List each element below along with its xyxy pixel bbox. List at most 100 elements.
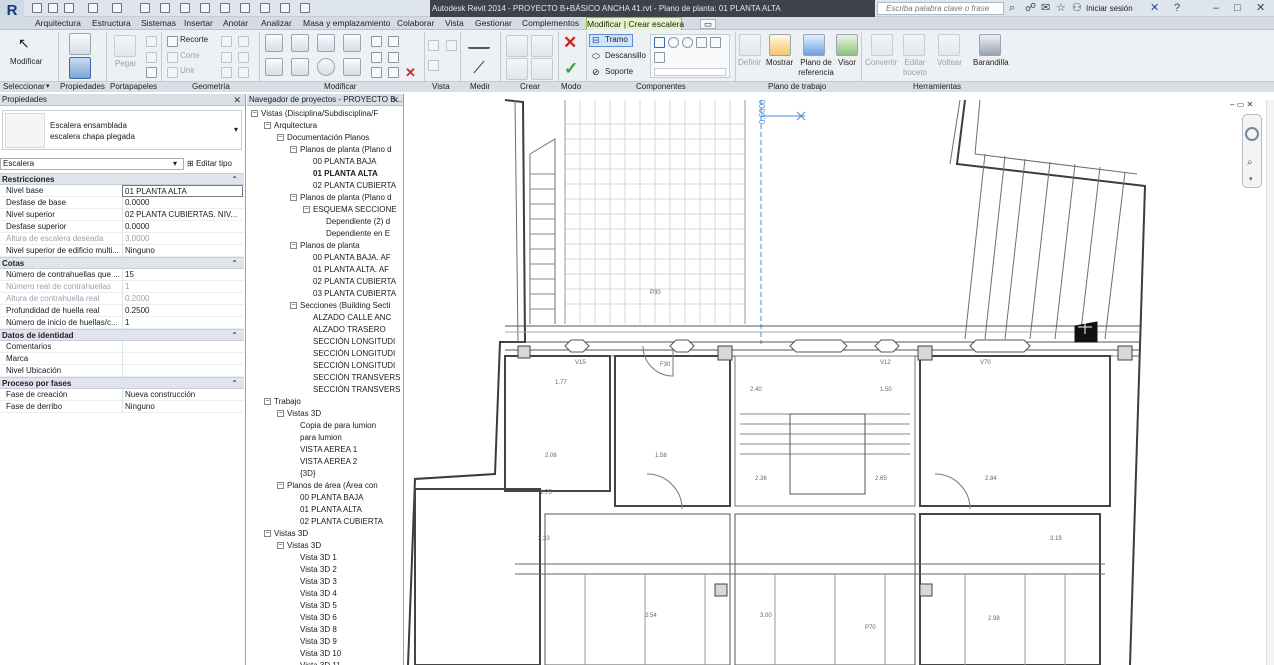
tab-vista[interactable]: Vista: [445, 17, 464, 30]
join-icon[interactable]: [167, 67, 178, 78]
binoculars-icon[interactable]: ⌕: [1009, 3, 1015, 14]
drawing-canvas[interactable]: 0.6000 2.06 1.58 2.40 1.50 2.33 2.36 2.8…: [405, 94, 1274, 665]
tree-node[interactable]: − ESQUEMA SECCIONE: [251, 204, 403, 216]
hide-bulb-icon[interactable]: [428, 40, 439, 51]
property-value-field[interactable]: 0.0000: [122, 197, 243, 209]
view-window-controls[interactable]: – ▭ ✕: [1230, 100, 1253, 109]
flip-icon[interactable]: [938, 34, 960, 56]
tree-node[interactable]: Vista 3D 2: [251, 564, 403, 576]
tab-complementos[interactable]: Complementos: [522, 17, 579, 30]
property-value-field[interactable]: Ninguno: [122, 401, 243, 413]
property-group-header[interactable]: Datos de identidad ⌃: [0, 329, 244, 341]
pin-icon[interactable]: [371, 67, 382, 78]
tree-node[interactable]: 02 PLANTA CUBIERTA: [251, 180, 403, 192]
tree-node[interactable]: − Vistas 3D: [251, 528, 403, 540]
panel-toggle-icon[interactable]: ▭: [700, 19, 716, 29]
tree-node[interactable]: para lumion: [251, 432, 403, 444]
definir-icon[interactable]: [739, 34, 761, 56]
rotate-icon[interactable]: [317, 58, 335, 76]
property-value-field[interactable]: Ninguno: [122, 245, 243, 257]
aligned-dimension-icon[interactable]: ⟋: [468, 58, 490, 80]
unpin-icon[interactable]: [388, 67, 399, 78]
zoom-icon[interactable]: ⌕: [1247, 157, 1253, 168]
collapse-icon[interactable]: ⌃: [231, 258, 238, 269]
tree-node[interactable]: Copia de para lumion: [251, 420, 403, 432]
tree-node[interactable]: − Documentación Planos: [251, 132, 403, 144]
tree-node[interactable]: Vista 3D 4: [251, 588, 403, 600]
u-winder-icon[interactable]: [710, 37, 721, 48]
tree-node[interactable]: − Trabajo: [251, 396, 403, 408]
collapse-toggle-icon[interactable]: −: [290, 146, 297, 154]
tree-node[interactable]: {3D}: [251, 468, 403, 480]
tree-node[interactable]: 02 PLANTA CUBIERTA: [251, 516, 403, 528]
property-value-field[interactable]: 1: [122, 317, 243, 329]
unir-button[interactable]: Unir: [180, 66, 195, 76]
tree-node[interactable]: SECCIÓN LONGITUDI: [251, 336, 403, 348]
tree-node[interactable]: VISTA AEREA 2: [251, 456, 403, 468]
tree-node[interactable]: Vista 3D 6: [251, 612, 403, 624]
copy-element-icon[interactable]: [291, 58, 309, 76]
collapse-icon[interactable]: ⌃: [231, 174, 238, 185]
property-value-field[interactable]: 15: [122, 269, 243, 281]
split-face-icon[interactable]: [238, 36, 249, 47]
cope-icon[interactable]: [167, 36, 178, 47]
collapse-toggle-icon[interactable]: −: [277, 410, 284, 418]
collapse-toggle-icon[interactable]: −: [264, 398, 271, 406]
3d-view-icon[interactable]: [220, 3, 230, 13]
property-value-field[interactable]: [122, 353, 243, 365]
maximize-window-button[interactable]: □: [1234, 3, 1241, 14]
thin-lines-icon[interactable]: [260, 3, 270, 13]
tree-node[interactable]: ALZADO TRASERO: [251, 324, 403, 336]
visor-button[interactable]: Visor: [838, 58, 856, 68]
sync-icon[interactable]: [64, 3, 74, 13]
scale-icon[interactable]: [388, 52, 399, 63]
property-value-field[interactable]: Nueva construcción: [122, 389, 243, 401]
tree-node[interactable]: − Planos de planta (Plano d: [251, 144, 403, 156]
l-winder-icon[interactable]: [696, 37, 707, 48]
tree-node[interactable]: − Vistas (Disciplina/Subdisciplina/F: [251, 108, 403, 120]
property-value-field[interactable]: 01 PLANTA ALTA: [122, 185, 243, 197]
collapse-toggle-icon[interactable]: −: [290, 194, 297, 202]
create-assembly-icon[interactable]: [531, 58, 553, 80]
measure-icon[interactable]: [160, 3, 170, 13]
signin-link[interactable]: Iniciar sesión: [1086, 1, 1133, 16]
collapse-toggle-icon[interactable]: −: [277, 542, 284, 550]
tree-node[interactable]: − Arquitectura: [251, 120, 403, 132]
tree-node[interactable]: SECCIÓN TRANSVERS: [251, 372, 403, 384]
collapse-icon[interactable]: ⌃: [231, 378, 238, 389]
chevron-down-icon[interactable]: ▾: [173, 158, 177, 170]
tree-node[interactable]: Vista 3D 8: [251, 624, 403, 636]
viewer-icon[interactable]: [836, 34, 858, 56]
tree-node[interactable]: − Vistas 3D: [251, 408, 403, 420]
property-group-header[interactable]: Cotas ⌃: [0, 257, 244, 269]
split-gap-icon[interactable]: [388, 36, 399, 47]
collapse-toggle-icon[interactable]: −: [290, 242, 297, 250]
undo-icon[interactable]: [88, 3, 98, 13]
tab-colaborar[interactable]: Colaborar: [397, 17, 434, 30]
mirror-axis-icon[interactable]: [317, 34, 335, 52]
tree-node[interactable]: Vista 3D 5: [251, 600, 403, 612]
tree-node[interactable]: Dependiente (2) d: [251, 216, 403, 228]
tab-gestionar[interactable]: Gestionar: [475, 17, 512, 30]
finish-edit-icon[interactable]: ✓: [564, 60, 578, 77]
properties-palette-icon[interactable]: [69, 57, 91, 79]
collapse-toggle-icon[interactable]: −: [251, 110, 258, 118]
properties-top-icon[interactable]: [69, 33, 91, 55]
collapse-toggle-icon[interactable]: −: [277, 482, 284, 490]
chevron-down-icon[interactable]: ▾: [1249, 175, 1253, 183]
property-value-field[interactable]: 02 PLANTA CUBIERTAS. NIV...: [122, 209, 243, 221]
definir-button[interactable]: Definir: [738, 58, 761, 68]
panel-label-seleccionar[interactable]: Seleccionar: [3, 81, 45, 92]
reference-plane-button[interactable]: Plano de referencia: [798, 58, 834, 78]
component-options-bar[interactable]: [654, 68, 726, 76]
text-icon[interactable]: [200, 3, 210, 13]
subscription-icon[interactable]: ☍: [1025, 3, 1036, 14]
close-icon[interactable]: ✕: [391, 94, 399, 106]
wall-joins-icon[interactable]: [221, 36, 232, 47]
tree-node[interactable]: 00 PLANTA BAJA: [251, 492, 403, 504]
tree-node[interactable]: 00 PLANTA BAJA: [251, 156, 403, 168]
tree-node[interactable]: 00 PLANTA BAJA. AF: [251, 252, 403, 264]
descansillo-button[interactable]: Descansillo: [605, 51, 646, 61]
tree-node[interactable]: 03 PLANTA CUBIERTA: [251, 288, 403, 300]
array-icon[interactable]: [371, 52, 382, 63]
